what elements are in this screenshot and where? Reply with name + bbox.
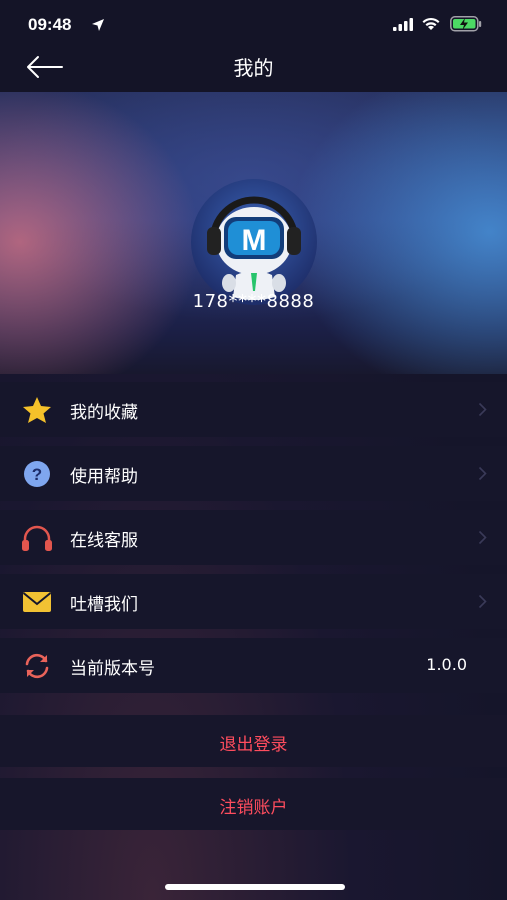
star-icon: [23, 397, 51, 423]
location-arrow-icon: [92, 19, 104, 31]
menu-item-help[interactable]: ? 使用帮助: [0, 446, 507, 501]
envelope-icon: [22, 592, 52, 612]
menu-item-label: 吐槽我们: [70, 595, 138, 615]
cancel-account-label: 注销账户: [219, 798, 288, 818]
question-icon: ?: [24, 461, 50, 487]
menu-item-label: 在线客服: [70, 531, 138, 551]
page-title: 我的: [233, 56, 274, 80]
cancel-account-button[interactable]: 注销账户: [0, 778, 507, 830]
avatar[interactable]: M: [191, 179, 317, 305]
refresh-icon: [25, 653, 49, 679]
chevron-right-icon: [478, 594, 487, 609]
svg-text:M: M: [242, 224, 267, 257]
menu-item-label: 当前版本号: [70, 659, 155, 679]
menu-item-feedback[interactable]: 吐槽我们: [0, 574, 507, 629]
chevron-right-icon: [478, 402, 487, 417]
menu-item-label: 我的收藏: [70, 403, 138, 423]
logout-label: 退出登录: [219, 735, 288, 755]
nav-bar: 我的: [0, 42, 507, 92]
battery-charging-icon: [450, 16, 482, 32]
version-value: 1.0.0: [426, 655, 467, 674]
menu-item-customer-service[interactable]: 在线客服: [0, 510, 507, 565]
headphones-icon: [22, 525, 52, 551]
chevron-right-icon: [478, 466, 487, 481]
menu-item-version: 当前版本号 1.0.0: [0, 638, 507, 693]
menu-item-label: 使用帮助: [70, 467, 138, 487]
status-time: 09:48: [28, 15, 72, 34]
chevron-right-icon: [478, 530, 487, 545]
phone-number: 178****8888: [192, 291, 315, 312]
signal-icon: [393, 18, 413, 31]
wifi-icon: [422, 17, 440, 30]
robot-mascot-icon: M: [207, 196, 301, 300]
profile-header: M 178****8888: [0, 92, 507, 374]
logout-button[interactable]: 退出登录: [0, 715, 507, 767]
home-indicator[interactable]: [165, 884, 345, 890]
menu-item-favorites[interactable]: 我的收藏: [0, 382, 507, 437]
svg-text:?: ?: [32, 465, 42, 484]
